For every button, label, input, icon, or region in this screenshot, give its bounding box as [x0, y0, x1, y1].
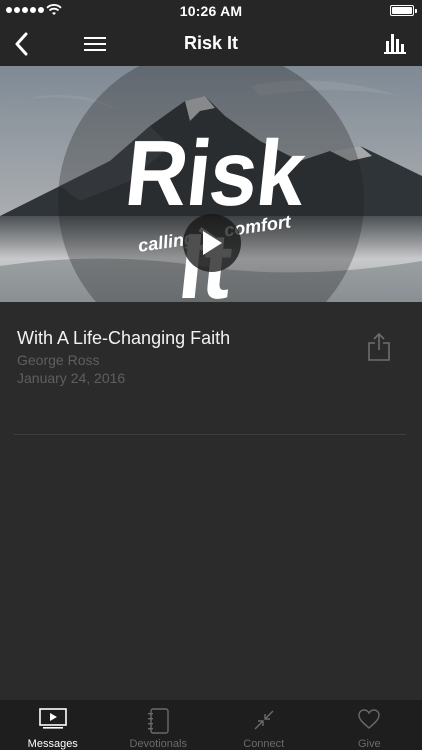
tab-devotionals[interactable]: Devotionals — [106, 700, 212, 750]
bar-chart-icon[interactable] — [384, 32, 406, 54]
tab-connect[interactable]: Connect — [211, 700, 317, 750]
status-bar: 10:26 AM — [0, 0, 422, 22]
message-details: With A Life-Changing Faith George Ross J… — [0, 302, 422, 436]
message-speaker: George Ross — [17, 352, 100, 368]
page-title: Risk It — [183, 33, 239, 53]
tab-label: Connect — [243, 738, 285, 750]
arrows-in-icon — [254, 710, 274, 730]
series-artwork: Risk It Risk It calling comfort — [0, 66, 422, 302]
heart-icon — [358, 709, 380, 729]
tab-give[interactable]: Give — [317, 700, 422, 750]
battery-icon — [390, 5, 417, 16]
tab-label: Give — [357, 738, 381, 750]
back-button[interactable] — [8, 29, 34, 59]
message-date: January 24, 2016 — [17, 370, 126, 386]
play-screen-icon — [38, 708, 67, 729]
message-title: With A Life-Changing Faith — [17, 328, 231, 348]
hamburger-icon — [84, 37, 106, 51]
status-time: 10:26 AM — [179, 3, 243, 19]
play-button[interactable] — [183, 214, 241, 272]
chevron-left-icon — [15, 32, 28, 56]
notebook-icon — [148, 708, 169, 734]
tab-messages[interactable]: Messages — [0, 700, 106, 750]
share-icon[interactable] — [366, 332, 392, 362]
navigation-bar: Risk It — [0, 22, 422, 66]
tab-bar: Messages Devotionals Connect Give — [0, 700, 422, 750]
tab-label: Messages — [27, 738, 78, 750]
tab-label: Devotionals — [129, 738, 187, 750]
divider — [14, 434, 406, 435]
play-icon — [203, 231, 222, 255]
menu-button[interactable] — [82, 31, 108, 57]
